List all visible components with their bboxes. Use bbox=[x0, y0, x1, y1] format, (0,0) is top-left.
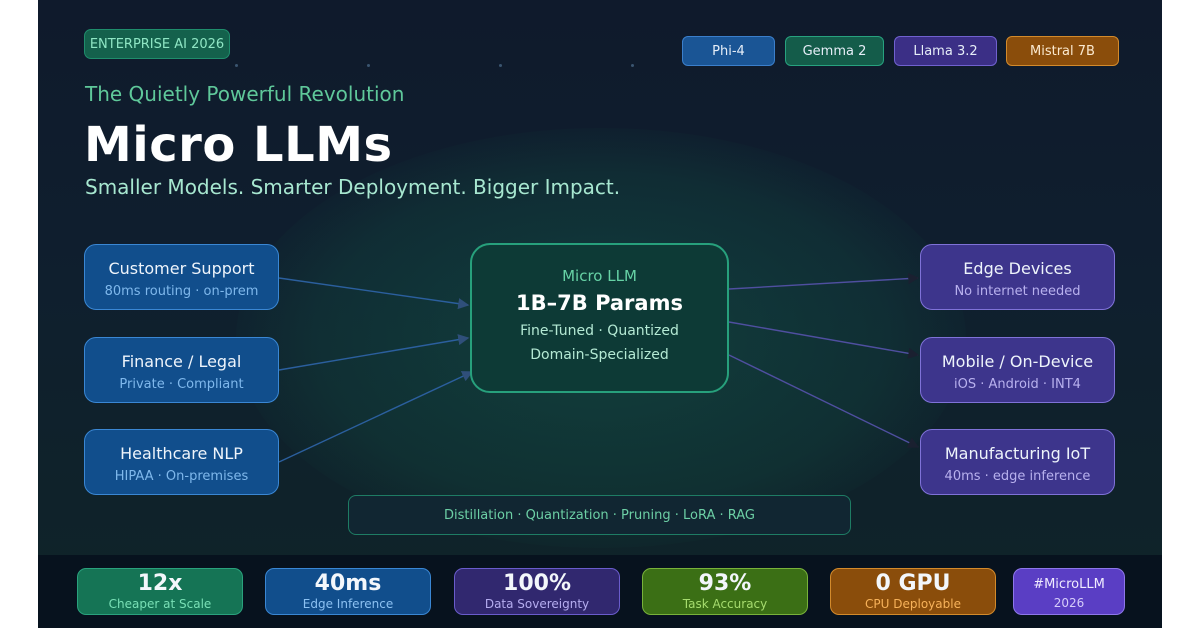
stat-label: CPU Deployable bbox=[865, 597, 961, 611]
connector-edge-devices bbox=[728, 272, 920, 290]
page-title: Micro LLMs bbox=[84, 117, 393, 173]
connector-healthcare bbox=[278, 371, 474, 463]
connector-mobile bbox=[728, 321, 920, 359]
use-case-healthcare-nlp: Healthcare NLP HIPAA · On-premises bbox=[84, 429, 279, 495]
kicker-text: The Quietly Powerful Revolution bbox=[85, 82, 405, 106]
deploy-edge-devices: Edge Devices No internet needed bbox=[920, 244, 1115, 310]
hashtag-year: 2026 bbox=[1053, 596, 1085, 610]
page-subtitle: Smaller Models. Smarter Deployment. Bigg… bbox=[85, 175, 621, 199]
micro-llm-core: Micro LLM 1B–7B Params Fine-Tuned · Quan… bbox=[470, 243, 729, 393]
deploy-title: Mobile / On-Device bbox=[941, 352, 1094, 371]
stat-latency: 40ms Edge Inference bbox=[265, 568, 431, 615]
core-line-1: Fine-Tuned · Quantized bbox=[520, 323, 679, 339]
core-line-2: Domain-Specialized bbox=[530, 347, 669, 363]
deploy-title: Manufacturing IoT bbox=[944, 444, 1091, 463]
deploy-manufacturing-iot: Manufacturing IoT 40ms · edge inference bbox=[920, 429, 1115, 495]
stat-gpu: 0 GPU CPU Deployable bbox=[830, 568, 996, 615]
deploy-mobile: Mobile / On-Device iOS · Android · INT4 bbox=[920, 337, 1115, 403]
stat-value: 100% bbox=[503, 571, 571, 596]
deploy-detail: iOS · Android · INT4 bbox=[954, 377, 1081, 392]
stat-value: 0 GPU bbox=[875, 571, 951, 596]
use-case-detail: 80ms routing · on-prem bbox=[104, 284, 259, 299]
stat-label: Cheaper at Scale bbox=[108, 597, 212, 611]
connector-manufacturing bbox=[728, 354, 920, 448]
hashtag-badge: #MicroLLM 2026 bbox=[1013, 568, 1125, 615]
model-pill-phi4: Phi-4 bbox=[682, 36, 775, 66]
stat-label: Task Accuracy bbox=[682, 597, 768, 611]
enterprise-badge: ENTERPRISE AI 2026 bbox=[84, 29, 230, 59]
stat-accuracy: 93% Task Accuracy bbox=[642, 568, 808, 615]
connector-customer-support bbox=[278, 277, 470, 310]
stat-value: 12x bbox=[137, 571, 183, 596]
model-pill-llama: Llama 3.2 bbox=[894, 36, 997, 66]
techniques-bar: Distillation · Quantization · Pruning · … bbox=[348, 495, 851, 535]
stat-sovereignty: 100% Data Sovereignty bbox=[454, 568, 620, 615]
core-label: Micro LLM bbox=[562, 267, 637, 285]
use-case-customer-support: Customer Support 80ms routing · on-prem bbox=[84, 244, 279, 310]
use-case-detail: HIPAA · On-premises bbox=[114, 469, 249, 484]
use-case-title: Healthcare NLP bbox=[120, 444, 243, 463]
deploy-title: Edge Devices bbox=[963, 259, 1072, 278]
use-case-title: Customer Support bbox=[108, 259, 255, 278]
infographic-canvas: ENTERPRISE AI 2026 Phi-4 Gemma 2 Llama 3… bbox=[38, 0, 1162, 628]
stat-value: 40ms bbox=[314, 571, 382, 596]
model-pill-mistral: Mistral 7B bbox=[1006, 36, 1119, 66]
stat-label: Edge Inference bbox=[302, 597, 394, 611]
use-case-title: Finance / Legal bbox=[121, 352, 242, 371]
model-pill-gemma2: Gemma 2 bbox=[785, 36, 884, 66]
use-case-finance-legal: Finance / Legal Private · Compliant bbox=[84, 337, 279, 403]
stat-cost: 12x Cheaper at Scale bbox=[77, 568, 243, 615]
use-case-detail: Private · Compliant bbox=[119, 377, 244, 392]
hashtag-text: #MicroLLM bbox=[1033, 577, 1105, 592]
connector-finance-legal bbox=[278, 334, 470, 371]
deploy-detail: 40ms · edge inference bbox=[944, 469, 1091, 484]
deploy-detail: No internet needed bbox=[954, 284, 1081, 299]
stats-footer: 12x Cheaper at Scale 40ms Edge Inference… bbox=[38, 555, 1162, 628]
stat-label: Data Sovereignty bbox=[484, 597, 590, 611]
stat-value: 93% bbox=[698, 571, 752, 596]
core-params: 1B–7B Params bbox=[516, 291, 683, 315]
